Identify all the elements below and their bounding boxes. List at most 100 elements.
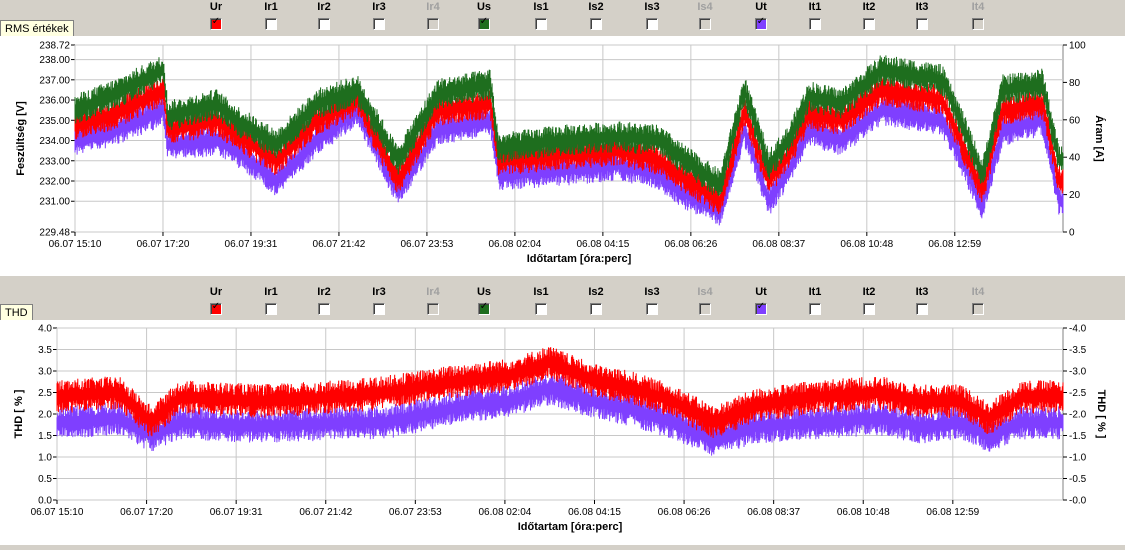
channel-checkbox-it2[interactable]: It2 [854,0,884,30]
x-tick-label: 06.08 02:04 [478,507,531,518]
x-tick-label: 06.08 12:59 [926,507,979,518]
channel-check-box[interactable]: ✓ [210,16,222,30]
channel-check-box[interactable]: ✓ [478,16,490,30]
channel-check-box[interactable] [373,18,385,30]
y-tick-label: 2.0 [38,410,52,421]
x-axis-title: Időtartam [óra:perc] [518,521,623,533]
channel-label: Is2 [588,286,604,298]
channel-check-box[interactable] [590,18,602,30]
channel-check-box[interactable]: ✓ [755,16,767,30]
channel-checkbox-ir3[interactable]: Ir3 [364,0,394,30]
y-tick-label: 229.48 [39,228,70,239]
x-tick-label: 06.08 06:26 [664,239,717,250]
channel-check-box[interactable] [265,18,277,30]
y2-tick-label: -0.0 [1069,496,1087,507]
channel-checkbox-is3[interactable]: Is3 [637,285,667,315]
channel-check-box[interactable] [916,303,928,315]
x-tick-label: 06.07 15:10 [49,239,102,250]
channel-label: Ir2 [317,1,331,13]
channel-checkbox-ur[interactable]: Ur ✓ [201,285,231,315]
channel-checkbox-is4[interactable]: Is4 [690,285,720,315]
channel-check-box[interactable] [809,303,821,315]
channel-check-box[interactable] [373,303,385,315]
channel-check-box[interactable] [265,303,277,315]
channel-checkbox-is4[interactable]: Is4 [690,0,720,30]
channel-checkbox-is3[interactable]: Is3 [637,0,667,30]
check-mark-icon: ✓ [479,16,489,27]
channel-checkbox-ir2[interactable]: Ir2 [309,0,339,30]
y-tick-label: 3.0 [38,367,52,378]
y-tick-label: 0.0 [38,496,52,507]
channel-check-box[interactable] [318,303,330,315]
channel-checkbox-us[interactable]: Us ✓ [469,285,499,315]
y-tick-label: 238.72 [39,41,70,52]
channel-checkbox-ir2[interactable]: Ir2 [309,285,339,315]
channel-checkbox-ir1[interactable]: Ir1 [256,0,286,30]
y2-tick-label: 40 [1069,153,1081,164]
channel-checkbox-ur[interactable]: Ur ✓ [201,0,231,30]
channel-label: Ir4 [426,286,440,298]
channel-check-box[interactable] [972,18,984,30]
channel-label: Is4 [697,1,713,13]
y2-tick-label: -0.5 [1069,474,1087,485]
channel-check-box[interactable] [427,18,439,30]
channel-checkbox-ut[interactable]: Ut ✓ [746,0,776,30]
channel-check-box[interactable] [863,303,875,315]
y2-tick-label: -1.0 [1069,453,1087,464]
channel-checkbox-it4[interactable]: It4 [963,0,993,30]
channel-checkbox-is1[interactable]: Is1 [526,0,556,30]
channel-check-box[interactable] [699,18,711,30]
channel-checkbox-it1[interactable]: It1 [800,0,830,30]
channel-check-box[interactable] [646,18,658,30]
rms-chart-panel: 229.48 231.00 232.00 233.00 234.00 235.00 236.… [0,36,1125,276]
channel-checkbox-is1[interactable]: Is1 [526,285,556,315]
channel-check-box[interactable] [318,18,330,30]
x-tick-label: 06.08 10:48 [837,507,890,518]
channel-check-box[interactable] [535,18,547,30]
channel-label: It2 [862,286,876,298]
channel-checkbox-ir4[interactable]: Ir4 [418,285,448,315]
channel-checkbox-it2[interactable]: It2 [854,285,884,315]
channel-check-box[interactable] [863,18,875,30]
channel-check-box[interactable] [916,18,928,30]
channel-label: Is2 [588,1,604,13]
channel-check-box[interactable] [535,303,547,315]
channel-checkbox-ir1[interactable]: Ir1 [256,285,286,315]
channel-checkbox-is2[interactable]: Is2 [581,0,611,30]
channel-label: Is4 [697,286,713,298]
channel-check-box[interactable]: ✓ [478,301,490,315]
channel-checkbox-ir4[interactable]: Ir4 [418,0,448,30]
y-tick-label: 4.0 [38,324,52,335]
channel-checkbox-is2[interactable]: Is2 [581,285,611,315]
channel-checkbox-ir3[interactable]: Ir3 [364,285,394,315]
x-tick-label: 06.08 04:15 [576,239,629,250]
channel-label: Ir1 [264,286,278,298]
x-tick-label: 06.07 21:42 [313,239,366,250]
channel-label: Ir4 [426,1,440,13]
channel-check-box[interactable]: ✓ [210,301,222,315]
x-tick-label: 06.07 19:31 [225,239,278,250]
x-tick-label: 06.08 12:59 [928,239,981,250]
channel-check-box[interactable] [809,18,821,30]
channel-check-box[interactable] [972,303,984,315]
channel-check-box[interactable] [590,303,602,315]
channel-label: Ur [209,1,223,13]
channel-checkbox-it4[interactable]: It4 [963,285,993,315]
x-tick-label: 06.07 17:20 [137,239,190,250]
channel-label: Ut [755,286,767,298]
channel-checkbox-it1[interactable]: It1 [800,285,830,315]
y2-tick-label: 100 [1069,41,1086,52]
channel-checkbox-it3[interactable]: It3 [907,285,937,315]
channel-check-box[interactable]: ✓ [755,301,767,315]
channel-check-box[interactable] [699,303,711,315]
x-tick-label: 06.07 15:10 [31,507,84,518]
channel-checkbox-us[interactable]: Us ✓ [469,0,499,30]
channel-checkbox-ut[interactable]: Ut ✓ [746,285,776,315]
channel-checkbox-it3[interactable]: It3 [907,0,937,30]
channel-check-box[interactable] [646,303,658,315]
check-mark-icon: ✓ [211,301,221,312]
channel-check-box[interactable] [427,303,439,315]
y-tick-label: 234.00 [39,136,70,147]
thd-channel-checkboxes: Ur ✓ Ir1 Ir2 Ir3 Ir4 Us ✓ Is1 Is2 Is3 Is4 Ut ✓ It1 It2 I… [0,285,1125,325]
y-tick-label: 1.0 [38,453,52,464]
